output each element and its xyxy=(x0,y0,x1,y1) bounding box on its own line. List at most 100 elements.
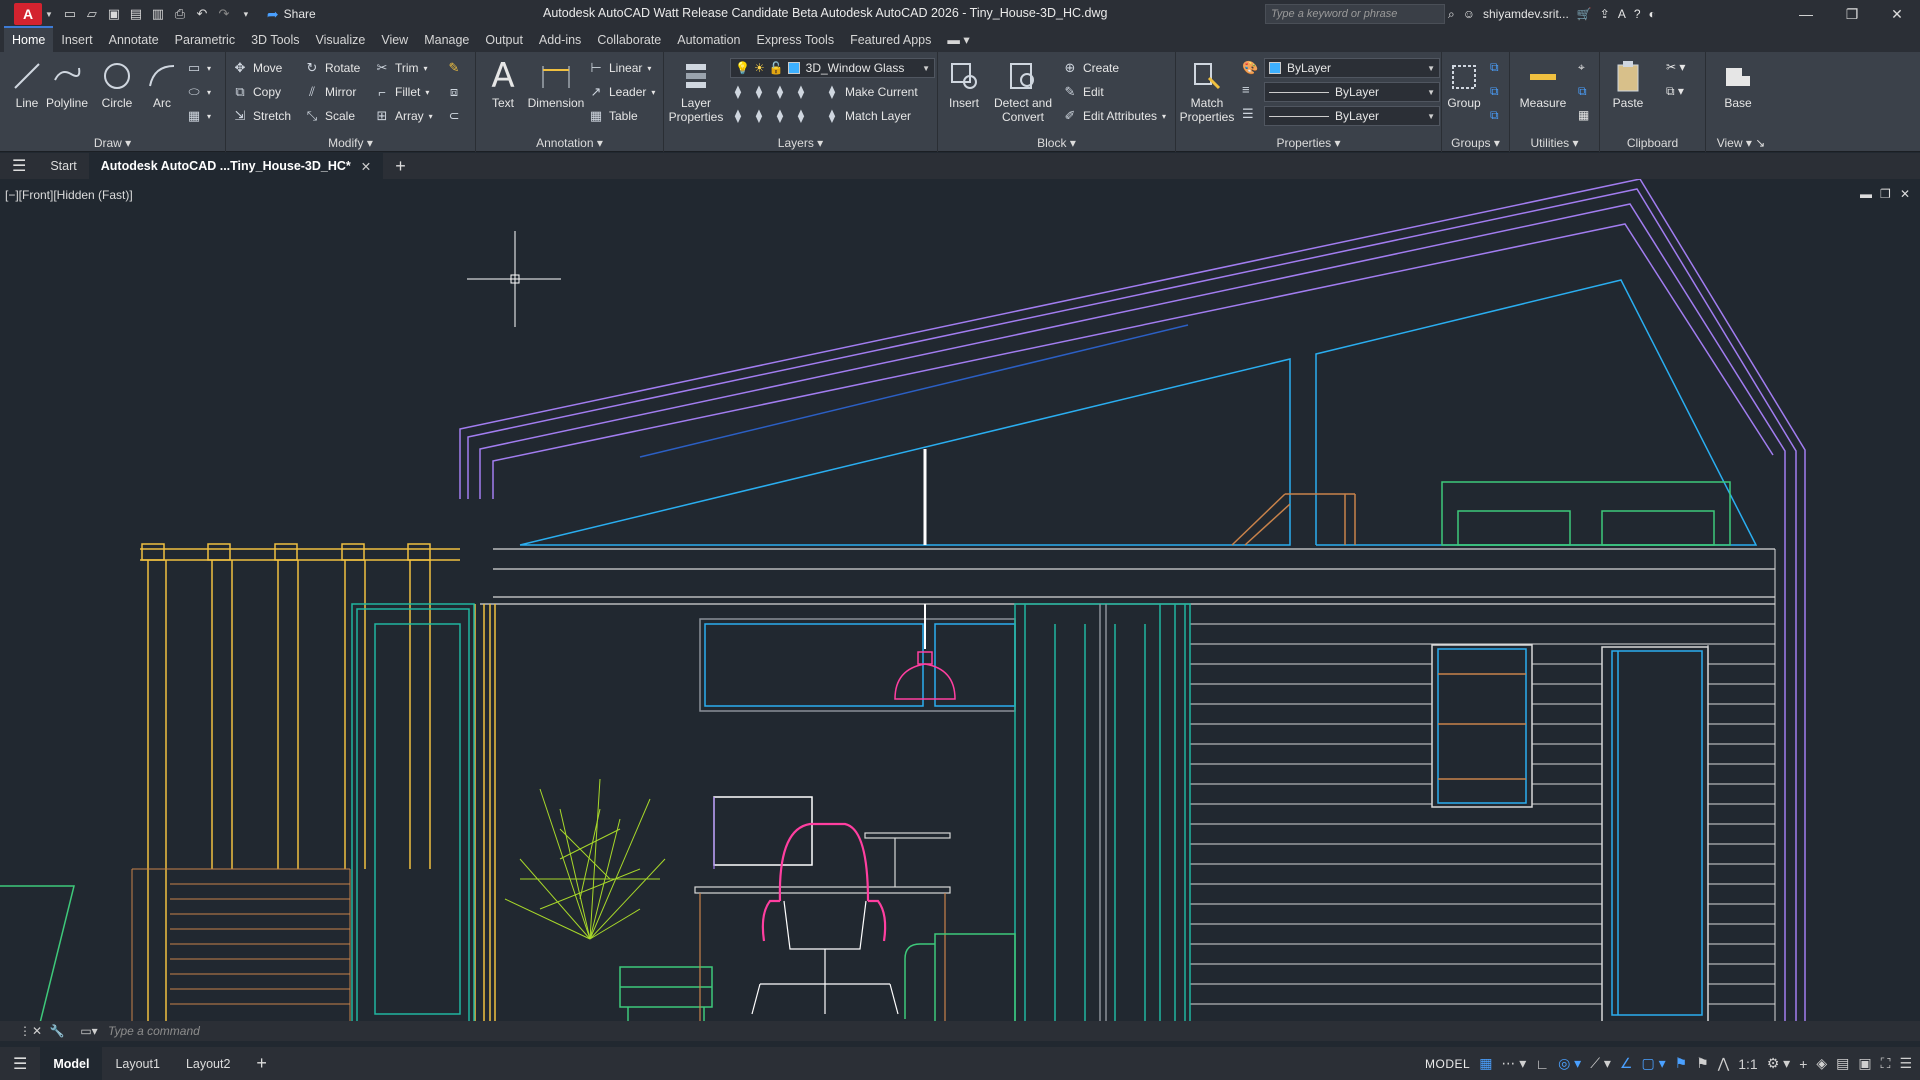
autodesk-account-icon[interactable]: ◐ xyxy=(1649,7,1656,21)
minimize-icon[interactable]: — xyxy=(1783,0,1829,28)
base-button[interactable]: Base xyxy=(1714,56,1762,110)
new-tab-icon[interactable]: + xyxy=(383,153,418,179)
cloud-open-icon[interactable]: ▥ xyxy=(147,3,169,25)
linetype-dropdown[interactable]: ByLayer ▼ xyxy=(1264,106,1440,126)
group-button[interactable]: Group xyxy=(1442,56,1486,110)
clipboard-panel-title[interactable]: Clipboard xyxy=(1600,136,1705,150)
auto-scale-icon[interactable]: ⚑ xyxy=(1696,1055,1709,1072)
tab-manage[interactable]: Manage xyxy=(416,28,477,52)
tab-add-ins[interactable]: Add-ins xyxy=(531,28,589,52)
fillet-button[interactable]: ⌐ Fillet ▾ xyxy=(374,82,429,102)
linear-button[interactable]: ⊢ Linear ▾ xyxy=(588,58,651,78)
tab-automation[interactable]: Automation xyxy=(669,28,748,52)
restore-icon[interactable]: ❐ xyxy=(1829,0,1875,28)
redo-icon[interactable]: ↷ xyxy=(213,3,235,25)
offset-button[interactable]: ⊂ xyxy=(446,106,462,126)
tab-output[interactable]: Output xyxy=(477,28,531,52)
clean-screen-icon[interactable]: ▣ xyxy=(1858,1055,1871,1072)
copy-clip-icon[interactable]: ⧉ ▾ xyxy=(1666,84,1684,99)
insert-button[interactable]: Insert xyxy=(940,56,988,110)
rotate-button[interactable]: ↻ Rotate xyxy=(304,58,361,78)
ungroup-icon[interactable]: ⧉ xyxy=(1490,60,1499,75)
cut-icon[interactable]: ✂ ▾ xyxy=(1666,60,1685,74)
group-edit-icon[interactable]: ⧉ xyxy=(1490,84,1499,99)
tab-start[interactable]: Start xyxy=(38,153,88,179)
modify-panel-title[interactable]: Modify ▾ xyxy=(226,136,475,150)
layer-tools-row2[interactable]: ⧫ ⧫ ⧫ ⧫ xyxy=(730,106,809,126)
tab-home[interactable]: Home xyxy=(4,26,54,52)
fullscreen-icon[interactable]: ⛶ xyxy=(1881,1055,1891,1072)
ortho-icon[interactable]: ∟ xyxy=(1535,1056,1549,1072)
object-snap-tracking-icon[interactable]: ∠ xyxy=(1620,1055,1633,1072)
table-button[interactable]: ▦ Table xyxy=(588,106,638,126)
menu-hamburger-icon[interactable]: ☰ xyxy=(0,153,38,179)
detect-convert-button[interactable]: Detect and Convert xyxy=(988,56,1058,124)
calculator-icon[interactable]: ▦ xyxy=(1578,108,1589,122)
recent-commands-icon[interactable]: ▭▾ xyxy=(80,1022,98,1040)
rectangle-button[interactable]: ▭ ▾ xyxy=(186,58,211,78)
save-as-icon[interactable]: ▤ xyxy=(125,3,147,25)
quick-select-icon[interactable]: ⧉ xyxy=(1578,84,1587,99)
tab-model[interactable]: Model xyxy=(40,1047,103,1080)
close-icon[interactable]: ✕ xyxy=(1874,0,1920,28)
block-panel-title[interactable]: Block ▾ xyxy=(938,136,1175,150)
undo-icon[interactable]: ↶ xyxy=(191,3,213,25)
measure-button[interactable]: Measure xyxy=(1514,56,1572,110)
app-menu-chevron-icon[interactable]: ▼ xyxy=(45,10,53,19)
annotation-scale-icon[interactable]: ⋀ xyxy=(1718,1055,1729,1072)
scale-button[interactable]: ⤡ Scale xyxy=(304,106,355,126)
trim-button[interactable]: ✂ Trim ▾ xyxy=(374,58,428,78)
scale-value[interactable]: 1:1 xyxy=(1738,1056,1757,1072)
draw-panel-title[interactable]: Draw ▾ xyxy=(0,136,225,150)
search-icon[interactable]: ⌕ xyxy=(1448,7,1455,22)
utilities-panel-title[interactable]: Utilities ▾ xyxy=(1510,136,1599,150)
ellipse-button[interactable]: ⬭ ▾ xyxy=(186,82,211,102)
tab-view[interactable]: View xyxy=(373,28,416,52)
edit-attributes-button[interactable]: ✐ Edit Attributes ▾ xyxy=(1062,106,1167,126)
lineweight-dropdown[interactable]: ByLayer ▼ xyxy=(1264,82,1440,102)
command-input[interactable]: Type a command xyxy=(78,1022,1900,1040)
open-folder-icon[interactable]: ▱ xyxy=(81,3,103,25)
layout-menu-icon[interactable]: ☰ xyxy=(0,1047,40,1080)
tab-layout1[interactable]: Layout1 xyxy=(102,1047,172,1080)
object-snap-icon[interactable]: ▢ ▾ xyxy=(1641,1055,1665,1072)
share-button[interactable]: ➦ Share xyxy=(267,6,316,23)
snap-icon[interactable]: ⋯ ▾ xyxy=(1501,1055,1526,1072)
layer-dropdown[interactable]: 💡 ☀ 🔓 3D_Window Glass ▼ xyxy=(730,58,935,78)
tab-featured-apps[interactable]: Featured Apps xyxy=(842,28,939,52)
add-icon[interactable]: + xyxy=(1799,1056,1807,1072)
tab-express-tools[interactable]: Express Tools xyxy=(748,28,842,52)
share-view-icon[interactable]: ⇪ xyxy=(1600,7,1610,21)
match-layer-button[interactable]: ⧫ Match Layer xyxy=(824,106,911,126)
print-icon[interactable]: ⎙ xyxy=(169,3,191,25)
match-properties-button[interactable]: Match Properties xyxy=(1178,56,1236,124)
quick-access-dropdown-icon[interactable]: ▾ xyxy=(235,3,257,25)
app-logo[interactable]: A xyxy=(14,3,42,25)
array-button[interactable]: ⊞ Array ▾ xyxy=(374,106,433,126)
polyline-button[interactable]: Polyline xyxy=(40,56,94,110)
tab-annotate[interactable]: Annotate xyxy=(101,28,167,52)
model-space-badge[interactable]: MODEL xyxy=(1425,1057,1470,1071)
erase-button[interactable]: ✎ xyxy=(446,58,462,78)
layers-panel-title[interactable]: Layers ▾ xyxy=(664,136,937,150)
mirror-button[interactable]: ⫽ Mirror xyxy=(304,82,356,102)
tab-layout2[interactable]: Layout2 xyxy=(173,1047,243,1080)
make-current-button[interactable]: ⧫ Make Current xyxy=(824,82,918,102)
customize-icon[interactable]: 🔧 xyxy=(48,1022,66,1040)
polar-tracking-icon[interactable]: ◎ ▾ xyxy=(1558,1055,1581,1072)
view-panel-title[interactable]: View ▾ ↘ xyxy=(1706,136,1776,150)
color-dropdown[interactable]: ByLayer ▼ xyxy=(1264,58,1440,78)
tab-drawing[interactable]: Autodesk AutoCAD ...Tiny_House-3D_HC* ✕ xyxy=(88,153,384,179)
tab-collaborate[interactable]: Collaborate xyxy=(589,28,669,52)
gear-icon[interactable]: ⚙ ▾ xyxy=(1767,1055,1790,1072)
close-command-icon[interactable]: ✕ xyxy=(28,1022,46,1040)
save-icon[interactable]: ▣ xyxy=(103,3,125,25)
text-size-icon[interactable]: A xyxy=(1618,7,1626,21)
customization-icon[interactable]: ☰ xyxy=(1899,1055,1912,1072)
annotation-panel-title[interactable]: Annotation ▾ xyxy=(476,136,663,150)
tab-parametric[interactable]: Parametric xyxy=(167,28,243,52)
annotation-visibility-icon[interactable]: ⚑ xyxy=(1675,1055,1688,1072)
hatch-button[interactable]: ▦ ▾ xyxy=(186,106,211,126)
groups-panel-title[interactable]: Groups ▾ xyxy=(1442,136,1509,150)
isolate-objects-icon[interactable]: ◈ xyxy=(1816,1055,1827,1072)
